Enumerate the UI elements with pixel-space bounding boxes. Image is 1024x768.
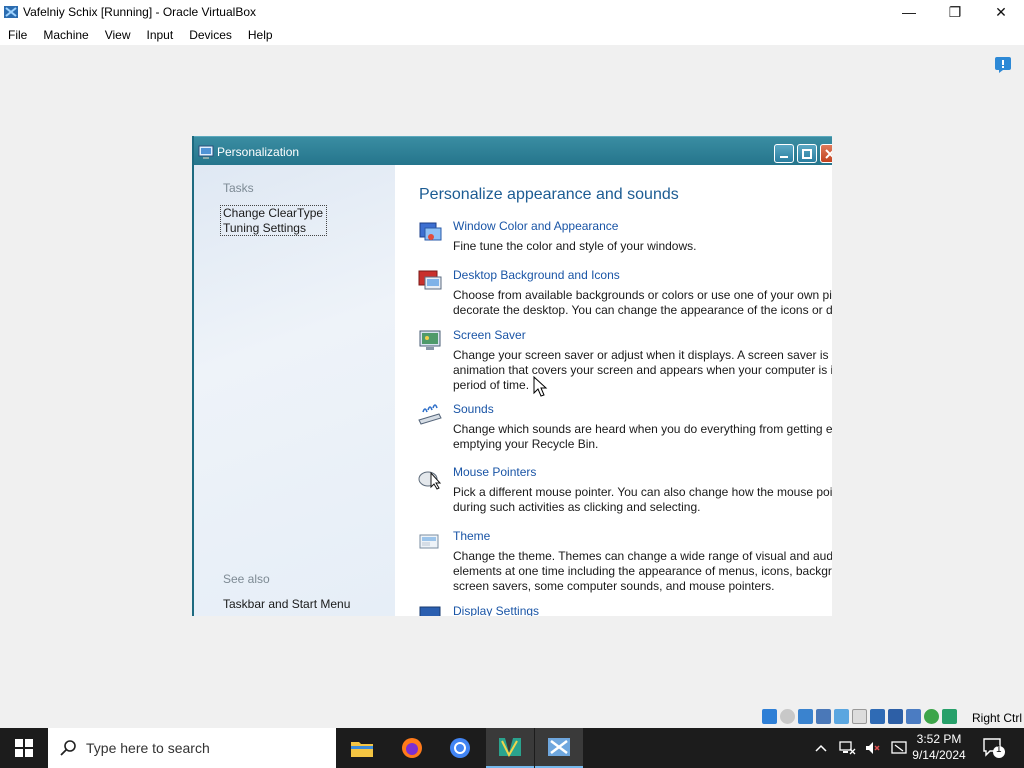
host-close-button[interactable]: ✕ [978, 0, 1024, 24]
page-title: Personalize appearance and sounds [419, 186, 679, 203]
xp-minimize-button[interactable] [774, 144, 794, 163]
window-color-desc-1: Fine tune the color and style of your wi… [453, 239, 697, 253]
hard-disk-status-icon[interactable] [762, 709, 777, 724]
mouse-pointers-desc-1: Pick a different mouse pointer. You can … [453, 485, 832, 499]
personalization-window-title: Personalization [217, 145, 300, 159]
taskbar-firefox[interactable] [388, 728, 436, 768]
network-status-icon[interactable] [816, 709, 831, 724]
host-title-bar: Vafelniy Schix [Running] - Oracle Virtua… [0, 0, 1024, 24]
virtualbox-vm-icon [548, 738, 570, 756]
personalization-window: Personalization Tasks Change ClearType T… [192, 136, 832, 616]
personalization-window-icon [198, 145, 214, 159]
taskbar-search-box[interactable]: Type here to search [48, 728, 336, 768]
sounds-desc-2: emptying your Recycle Bin. [453, 437, 599, 451]
audio-status-icon[interactable] [798, 709, 813, 724]
taskbar-virtualbox-manager[interactable] [486, 728, 534, 768]
screen-saver-link[interactable]: Screen Saver [453, 328, 526, 342]
network-icon[interactable] [838, 740, 856, 756]
cpu-status-icon[interactable] [906, 709, 921, 724]
host-notification-icon[interactable] [994, 56, 1012, 74]
shared-folders-status-icon[interactable] [852, 709, 867, 724]
menu-file[interactable]: File [0, 28, 35, 42]
mouse-pointers-desc-2: during such activities as clicking and s… [453, 500, 701, 514]
xp-maximize-button[interactable] [797, 144, 817, 163]
display-status-icon[interactable] [870, 709, 885, 724]
host-minimize-button[interactable]: — [886, 0, 932, 24]
windows-taskbar: Type here to search 3:52 PM 9/14/2024 1 [0, 728, 1024, 768]
virtualbox-app-icon [4, 6, 18, 18]
clock-date: 9/14/2024 [912, 748, 966, 762]
desktop-background-desc-1: Choose from available backgrounds or col… [453, 288, 832, 302]
usb-status-icon[interactable] [834, 709, 849, 724]
personalization-title-bar[interactable]: Personalization [194, 136, 832, 165]
optical-drive-status-icon[interactable] [780, 709, 795, 724]
notification-icon [983, 738, 1005, 758]
tasks-sidebar: Tasks Change ClearType Tuning Settings S… [194, 165, 395, 616]
sounds-link[interactable]: Sounds [453, 402, 494, 416]
taskbar-clock[interactable]: 3:52 PM 9/14/2024 [906, 731, 972, 763]
clock-time: 3:52 PM [916, 732, 962, 746]
host-maximize-button[interactable]: ❐ [932, 0, 978, 24]
screen-saver-desc-1: Change your screen saver or adjust when … [453, 348, 832, 362]
window-color-icon [419, 222, 442, 241]
action-center-button[interactable]: 1 [982, 737, 1006, 764]
screen-saver-icon [419, 330, 441, 350]
display-settings-icon [419, 606, 441, 616]
menu-machine[interactable]: Machine [35, 28, 96, 42]
menu-devices[interactable]: Devices [181, 28, 240, 42]
sounds-icon [418, 404, 442, 425]
firefox-icon [402, 738, 422, 758]
menu-view[interactable]: View [97, 28, 139, 42]
recording-status-icon[interactable] [888, 709, 903, 724]
maximize-icon [802, 148, 812, 159]
mouse-pointers-link[interactable]: Mouse Pointers [453, 465, 536, 479]
host-status-bar: Right Ctrl [0, 707, 1024, 728]
personalization-content: Personalize appearance and sounds Window… [395, 165, 832, 616]
display-settings-link[interactable]: Display Settings [453, 604, 539, 616]
tasks-heading: Tasks [223, 181, 254, 195]
close-icon [825, 148, 832, 159]
taskbar-chrome[interactable] [436, 728, 484, 768]
screen-saver-desc-2: animation that covers your screen and ap… [453, 363, 832, 377]
chrome-icon [450, 738, 470, 758]
theme-desc-3: screen savers, some computer sounds, and… [453, 579, 775, 593]
menu-help[interactable]: Help [240, 28, 281, 42]
theme-desc-2: elements at one time including the appea… [453, 564, 832, 578]
cleartype-tuning-link-line2[interactable]: Tuning Settings [223, 221, 306, 235]
virtualbox-manager-icon [499, 738, 521, 758]
system-tray [814, 728, 908, 768]
cleartype-tuning-link-line1[interactable]: Change ClearType [223, 206, 323, 220]
screen-saver-desc-3: period of time. [453, 378, 530, 392]
minimize-icon [780, 155, 788, 158]
desktop-background-desc-2: decorate the desktop. You can change the… [453, 303, 832, 317]
theme-icon [419, 534, 439, 549]
sounds-desc-1: Change which sounds are heard when you d… [453, 422, 832, 436]
search-icon [60, 740, 76, 756]
file-explorer-icon [351, 742, 373, 757]
desktop-background-icon [418, 270, 442, 290]
chevron-up-icon[interactable] [814, 741, 828, 755]
taskbar-virtualbox-vm[interactable] [535, 728, 583, 768]
notification-count: 1 [996, 744, 1002, 755]
search-placeholder: Type here to search [86, 740, 210, 756]
mouse-integration-status-icon[interactable] [924, 709, 939, 724]
taskbar-file-explorer[interactable] [338, 728, 386, 768]
xp-close-button[interactable] [820, 144, 832, 163]
start-button[interactable] [0, 728, 48, 768]
host-menu-bar: File Machine View Input Devices Help [0, 24, 1024, 45]
mouse-pointers-icon [418, 471, 442, 490]
volume-muted-icon[interactable] [864, 740, 882, 756]
host-window-title: Vafelniy Schix [Running] - Oracle Virtua… [23, 5, 256, 19]
mouse-cursor-icon [533, 376, 548, 397]
see-also-heading: See also [223, 572, 270, 586]
taskbar-start-menu-link[interactable]: Taskbar and Start Menu [223, 597, 350, 611]
theme-desc-1: Change the theme. Themes can change a wi… [453, 549, 832, 563]
windows-logo-icon [15, 739, 33, 757]
keyboard-capture-status-icon[interactable] [942, 709, 957, 724]
desktop-background-link[interactable]: Desktop Background and Icons [453, 268, 620, 282]
theme-link[interactable]: Theme [453, 529, 490, 543]
menu-input[interactable]: Input [139, 28, 182, 42]
window-color-link[interactable]: Window Color and Appearance [453, 219, 618, 233]
host-key-label: Right Ctrl [972, 711, 1023, 725]
